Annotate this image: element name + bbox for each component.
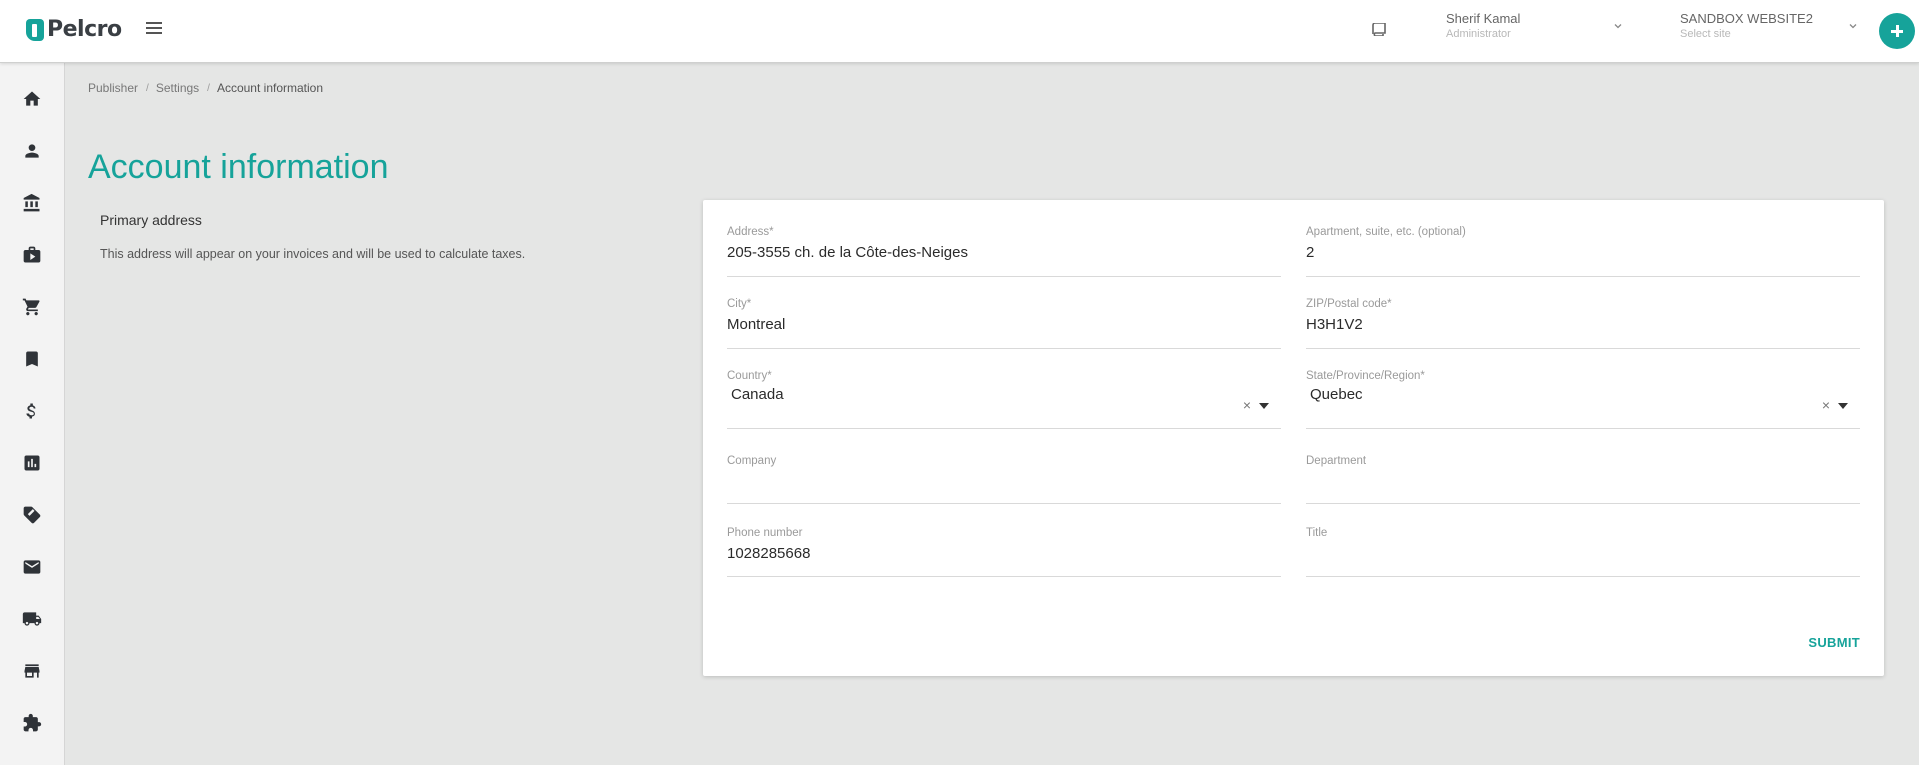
company-field[interactable]: Company (727, 455, 1281, 504)
state-select[interactable]: State/Province/Region* Quebec × (1306, 370, 1860, 429)
zip-field[interactable]: ZIP/Postal code* (1306, 298, 1860, 349)
user-role: Administrator (1446, 28, 1511, 40)
apartment-input[interactable] (1306, 242, 1860, 262)
department-label: Department (1306, 455, 1367, 467)
breadcrumb-separator: / (146, 82, 149, 94)
logo-text: Pelcro (47, 17, 122, 42)
hamburger-menu-icon[interactable] (146, 22, 162, 36)
zip-input[interactable] (1306, 314, 1860, 334)
apartment-field[interactable]: Apartment, suite, etc. (optional) (1306, 226, 1860, 277)
mail-icon[interactable] (20, 555, 44, 579)
clear-icon[interactable]: × (1822, 397, 1830, 413)
country-select[interactable]: Country* Canada × (727, 370, 1281, 429)
department-input[interactable] (1306, 475, 1860, 495)
site-name: SANDBOX WEBSITE2 (1680, 11, 1813, 26)
company-input[interactable] (727, 475, 1281, 495)
home-icon[interactable] (20, 87, 44, 111)
address-form-card: Address* Apartment, suite, etc. (optiona… (703, 200, 1884, 676)
add-button[interactable] (1879, 13, 1915, 49)
breadcrumb-settings[interactable]: Settings (156, 81, 199, 95)
title-label: Title (1306, 527, 1328, 539)
department-field[interactable]: Department (1306, 455, 1860, 504)
puzzle-icon[interactable] (20, 711, 44, 735)
state-value: Quebec (1310, 386, 1363, 403)
city-input[interactable] (727, 314, 1281, 334)
store-icon[interactable] (20, 659, 44, 683)
site-selector[interactable]: SANDBOX WEBSITE2 Select site (1680, 11, 1860, 40)
bookmark-icon[interactable] (20, 347, 44, 371)
page-title: Account information (88, 148, 389, 186)
state-label: State/Province/Region* (1306, 370, 1425, 382)
address-label: Address* (727, 226, 774, 238)
city-label: City* (727, 298, 752, 310)
company-label: Company (727, 455, 777, 467)
top-bar: Pelcro Sherif Kamal Administrator SANDBO… (0, 0, 1919, 63)
ticket-icon[interactable] (20, 503, 44, 527)
clear-icon[interactable]: × (1243, 397, 1251, 413)
breadcrumb-current: Account information (216, 81, 324, 95)
title-input[interactable] (1306, 543, 1860, 563)
sidebar (0, 63, 65, 765)
breadcrumb-separator: / (207, 82, 210, 94)
dollar-icon[interactable] (20, 399, 44, 423)
site-placeholder: Select site (1680, 28, 1731, 40)
book-icon[interactable] (1372, 23, 1386, 36)
city-field[interactable]: City* (727, 298, 1281, 349)
section-description: This address will appear on your invoice… (100, 247, 526, 261)
chart-icon[interactable] (20, 451, 44, 475)
breadcrumb: Publisher / Settings / Account informati… (88, 81, 323, 95)
address-input[interactable] (727, 242, 1281, 262)
zip-label: ZIP/Postal code* (1306, 298, 1392, 310)
breadcrumb-publisher[interactable]: Publisher (88, 81, 138, 95)
phone-input[interactable] (727, 543, 1281, 563)
caret-down-icon[interactable] (1838, 403, 1848, 409)
cart-icon[interactable] (20, 295, 44, 319)
person-icon[interactable] (20, 139, 44, 163)
title-field[interactable]: Title (1306, 527, 1860, 577)
chevron-down-icon[interactable] (1613, 21, 1623, 31)
apartment-label: Apartment, suite, etc. (optional) (1306, 226, 1466, 238)
phone-label: Phone number (727, 527, 803, 539)
submit-button[interactable]: SUBMIT (1808, 635, 1860, 650)
phone-field[interactable]: Phone number (727, 527, 1281, 577)
caret-down-icon[interactable] (1259, 403, 1269, 409)
logo-mark-icon (26, 18, 44, 41)
user-selector[interactable]: Sherif Kamal Administrator (1446, 11, 1626, 40)
briefcase-icon[interactable] (20, 243, 44, 267)
section-title: Primary address (100, 212, 202, 228)
chevron-down-icon[interactable] (1848, 21, 1858, 31)
pelcro-logo[interactable]: Pelcro (26, 17, 122, 42)
country-value: Canada (731, 386, 784, 403)
address-field[interactable]: Address* (727, 226, 1281, 277)
truck-icon[interactable] (20, 607, 44, 631)
country-label: Country* (727, 370, 772, 382)
user-name: Sherif Kamal (1446, 11, 1521, 26)
bank-icon[interactable] (20, 191, 44, 215)
